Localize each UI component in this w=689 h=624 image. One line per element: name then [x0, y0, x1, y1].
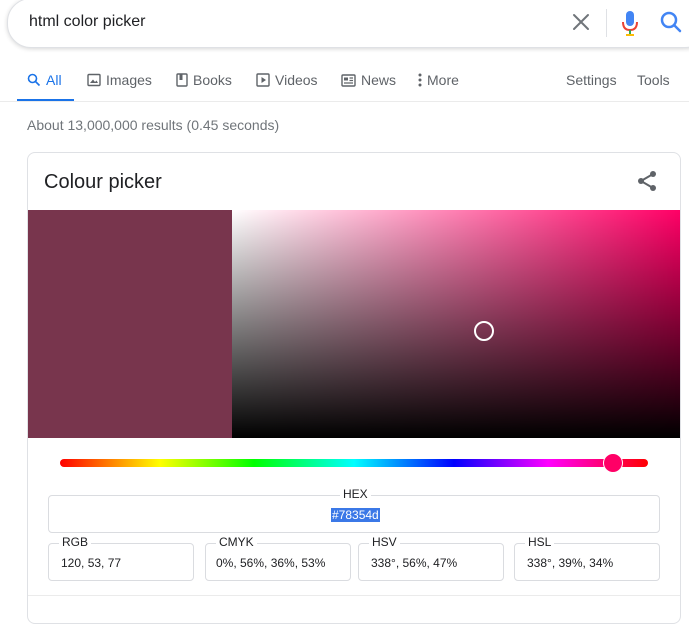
hue-slider-thumb[interactable] — [603, 453, 623, 473]
rgb-field[interactable]: RGB 120, 53, 77 — [48, 535, 194, 581]
hsl-label: HSL — [525, 535, 555, 549]
search-divider — [606, 9, 607, 37]
search-bar[interactable]: html color picker — [7, 0, 689, 48]
play-icon — [256, 73, 270, 87]
colour-picker-card: Colour picker HEX #78354d RGB 120, 53, 7… — [27, 152, 681, 624]
settings-link[interactable]: Settings — [566, 70, 617, 90]
hsv-value[interactable]: 338°, 56%, 47% — [371, 556, 457, 570]
tab-more[interactable]: More — [418, 70, 459, 90]
rgb-label: RGB — [59, 535, 92, 549]
tab-label: More — [427, 72, 459, 88]
microphone-icon[interactable] — [620, 9, 640, 37]
rgb-value[interactable]: 120, 53, 77 — [61, 556, 121, 570]
tab-label: News — [361, 72, 397, 88]
more-vertical-icon — [418, 73, 422, 87]
tab-label: Videos — [275, 72, 318, 88]
tab-news[interactable]: News — [341, 70, 396, 90]
tabs-divider — [0, 101, 689, 102]
cmyk-field[interactable]: CMYK 0%, 56%, 36%, 53% — [205, 535, 351, 581]
saturation-value-area[interactable] — [232, 210, 680, 438]
settings-label: Settings — [566, 72, 617, 88]
close-icon[interactable] — [570, 11, 592, 33]
hsv-field[interactable]: HSV 338°, 56%, 47% — [358, 535, 504, 581]
book-icon — [176, 73, 188, 87]
cmyk-label: CMYK — [216, 535, 257, 549]
card-divider — [28, 595, 680, 596]
tab-videos[interactable]: Videos — [256, 70, 318, 90]
card-title: Colour picker — [44, 171, 162, 193]
tab-label: Images — [106, 72, 152, 88]
image-icon — [87, 73, 101, 87]
hue-slider[interactable] — [60, 459, 648, 467]
hex-label: HEX — [340, 487, 371, 501]
search-icon[interactable] — [659, 10, 683, 34]
black-gradient — [232, 210, 680, 438]
search-input[interactable]: html color picker — [29, 13, 145, 31]
hex-value[interactable]: #78354d — [331, 508, 380, 522]
tab-label: All — [46, 72, 62, 88]
tab-label: Books — [193, 72, 232, 88]
selected-colour-swatch — [28, 210, 232, 438]
tab-images[interactable]: Images — [87, 70, 152, 90]
tab-all[interactable]: All — [27, 70, 62, 90]
hsl-field[interactable]: HSL 338°, 39%, 34% — [514, 535, 660, 581]
cmyk-value[interactable]: 0%, 56%, 36%, 53% — [216, 556, 325, 570]
saturation-value-handle[interactable] — [474, 321, 494, 341]
hsl-value[interactable]: 338°, 39%, 34% — [527, 556, 613, 570]
news-icon — [341, 73, 356, 87]
share-icon[interactable] — [635, 169, 659, 193]
search-tabs: All Images Books Videos News More Settin… — [0, 64, 689, 102]
tools-link[interactable]: Tools — [637, 70, 670, 90]
result-stats: About 13,000,000 results (0.45 seconds) — [27, 117, 280, 133]
tools-label: Tools — [637, 72, 670, 88]
hex-field[interactable]: HEX #78354d — [48, 487, 660, 533]
tab-books[interactable]: Books — [176, 70, 232, 90]
search-icon — [27, 73, 41, 87]
hsv-label: HSV — [369, 535, 400, 549]
